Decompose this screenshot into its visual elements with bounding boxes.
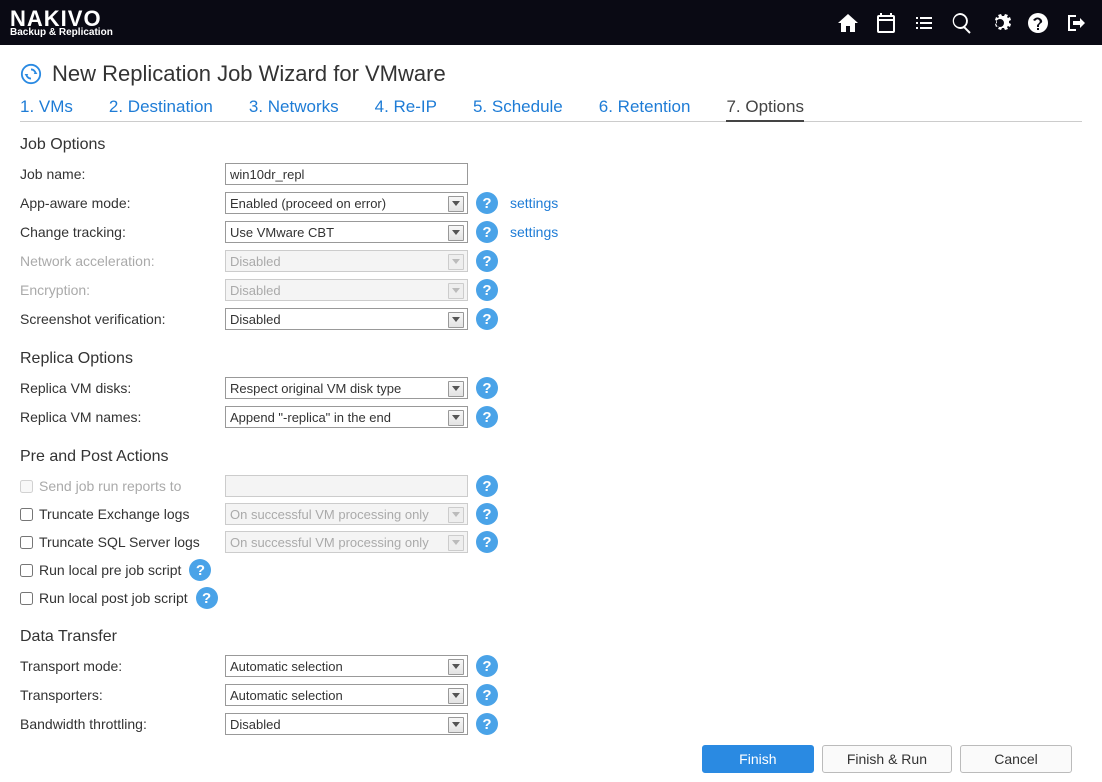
help-icon[interactable]: ? [476, 475, 498, 497]
section-data-transfer: Data Transfer [20, 628, 1082, 646]
label-trunc-sql: Truncate SQL Server logs [39, 534, 225, 550]
row-post-script: Run local post job script ? [20, 584, 1082, 612]
brand-logo: NAKIVO Backup & Replication [10, 8, 113, 38]
label-job-name: Job name: [20, 166, 225, 182]
page-title: New Replication Job Wizard for VMware [52, 61, 446, 87]
tab-options[interactable]: 7. Options [726, 97, 804, 122]
trunc-exchange-select [225, 503, 468, 525]
help-icon[interactable]: ? [476, 655, 498, 677]
row-job-name: Job name: [20, 160, 1082, 188]
label-bandwidth: Bandwidth throttling: [20, 716, 225, 732]
app-aware-settings-link[interactable]: settings [510, 195, 558, 211]
help-icon[interactable]: ? [476, 192, 498, 214]
row-bandwidth: Bandwidth throttling: ? [20, 710, 1082, 738]
help-icon[interactable] [1026, 11, 1050, 35]
label-screenshot: Screenshot verification: [20, 311, 225, 327]
app-aware-select[interactable] [225, 192, 468, 214]
help-icon[interactable]: ? [476, 531, 498, 553]
label-replica-disks: Replica VM disks: [20, 380, 225, 396]
help-icon[interactable]: ? [476, 684, 498, 706]
row-change-tracking: Change tracking: ? settings [20, 218, 1082, 246]
row-app-aware: App-aware mode: ? settings [20, 189, 1082, 217]
job-name-input[interactable] [225, 163, 468, 185]
header-toolbar [836, 11, 1088, 35]
gear-icon[interactable] [988, 11, 1012, 35]
help-icon[interactable]: ? [196, 587, 218, 609]
replica-names-select[interactable] [225, 406, 468, 428]
net-accel-select [225, 250, 468, 272]
tab-vms[interactable]: 1. VMs [20, 97, 73, 117]
post-script-checkbox[interactable] [20, 592, 33, 605]
screenshot-select[interactable] [225, 308, 468, 330]
calendar-icon[interactable] [874, 11, 898, 35]
help-icon[interactable]: ? [476, 250, 498, 272]
change-tracking-select[interactable] [225, 221, 468, 243]
section-job-options: Job Options [20, 136, 1082, 154]
send-reports-input [225, 475, 468, 497]
row-net-accel: Network acceleration: ? [20, 247, 1082, 275]
tab-networks[interactable]: 3. Networks [249, 97, 339, 117]
row-trunc-exchange: Truncate Exchange logs ? [20, 500, 1082, 528]
transporters-select[interactable] [225, 684, 468, 706]
page-title-row: New Replication Job Wizard for VMware [20, 61, 1082, 87]
row-replica-disks: Replica VM disks: ? [20, 374, 1082, 402]
row-screenshot: Screenshot verification: ? [20, 305, 1082, 333]
cancel-button[interactable]: Cancel [960, 745, 1072, 773]
help-icon[interactable]: ? [476, 377, 498, 399]
brand-sub: Backup & Replication [10, 28, 113, 38]
app-header: NAKIVO Backup & Replication [0, 0, 1102, 45]
home-icon[interactable] [836, 11, 860, 35]
help-icon[interactable]: ? [189, 559, 211, 581]
wizard-footer: Finish Finish & Run Cancel [0, 736, 1102, 782]
main-content: New Replication Job Wizard for VMware 1.… [0, 45, 1102, 738]
row-replica-names: Replica VM names: ? [20, 403, 1082, 431]
transport-select[interactable] [225, 655, 468, 677]
help-icon[interactable]: ? [476, 503, 498, 525]
tab-reip[interactable]: 4. Re-IP [375, 97, 437, 117]
trunc-sql-checkbox[interactable] [20, 536, 33, 549]
send-reports-checkbox [20, 480, 33, 493]
search-icon[interactable] [950, 11, 974, 35]
tab-retention[interactable]: 6. Retention [599, 97, 691, 117]
help-icon[interactable]: ? [476, 406, 498, 428]
finish-run-button[interactable]: Finish & Run [822, 745, 952, 773]
row-encryption: Encryption: ? [20, 276, 1082, 304]
tab-schedule[interactable]: 5. Schedule [473, 97, 563, 117]
logout-icon[interactable] [1064, 11, 1088, 35]
change-tracking-settings-link[interactable]: settings [510, 224, 558, 240]
label-net-accel: Network acceleration: [20, 253, 225, 269]
help-icon[interactable]: ? [476, 221, 498, 243]
finish-button[interactable]: Finish [702, 745, 814, 773]
label-change-tracking: Change tracking: [20, 224, 225, 240]
help-icon[interactable]: ? [476, 308, 498, 330]
label-app-aware: App-aware mode: [20, 195, 225, 211]
label-transporters: Transporters: [20, 687, 225, 703]
label-pre-script: Run local pre job script [39, 562, 181, 578]
tab-destination[interactable]: 2. Destination [109, 97, 213, 117]
trunc-sql-select [225, 531, 468, 553]
label-send-reports: Send job run reports to [39, 478, 225, 494]
section-pre-post: Pre and Post Actions [20, 448, 1082, 466]
replication-icon [20, 63, 42, 85]
help-icon[interactable]: ? [476, 279, 498, 301]
pre-script-checkbox[interactable] [20, 564, 33, 577]
bandwidth-select[interactable] [225, 713, 468, 735]
wizard-tabs: 1. VMs 2. Destination 3. Networks 4. Re-… [20, 97, 1082, 122]
label-trunc-exchange: Truncate Exchange logs [39, 506, 225, 522]
replica-disks-select[interactable] [225, 377, 468, 399]
section-replica-options: Replica Options [20, 350, 1082, 368]
label-transport: Transport mode: [20, 658, 225, 674]
row-pre-script: Run local pre job script ? [20, 556, 1082, 584]
row-transporters: Transporters: ? [20, 681, 1082, 709]
row-trunc-sql: Truncate SQL Server logs ? [20, 528, 1082, 556]
label-post-script: Run local post job script [39, 590, 188, 606]
label-encryption: Encryption: [20, 282, 225, 298]
trunc-exchange-checkbox[interactable] [20, 508, 33, 521]
list-icon[interactable] [912, 11, 936, 35]
label-replica-names: Replica VM names: [20, 409, 225, 425]
help-icon[interactable]: ? [476, 713, 498, 735]
encryption-select [225, 279, 468, 301]
row-send-reports: Send job run reports to ? [20, 472, 1082, 500]
row-transport: Transport mode: ? [20, 652, 1082, 680]
